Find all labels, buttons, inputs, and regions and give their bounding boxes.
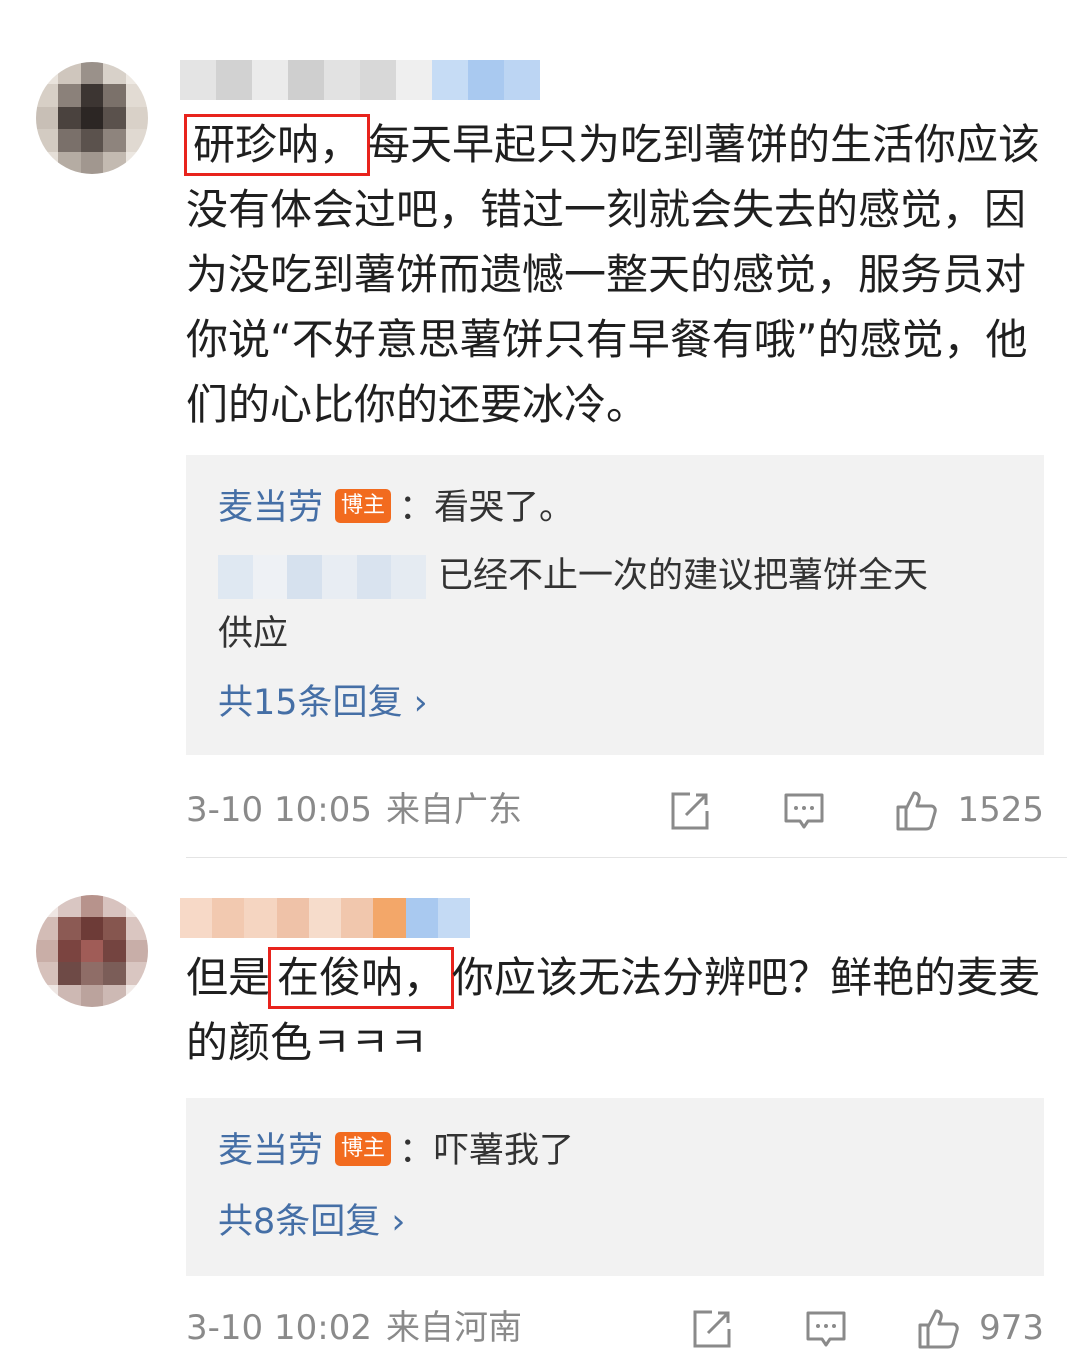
share-icon[interactable] <box>690 1307 734 1351</box>
reply-author[interactable]: 麦当劳 <box>218 488 323 528</box>
reply-text: ：看哭了。 <box>399 488 575 528</box>
like-icon[interactable] <box>916 1307 960 1351</box>
reply-item: 已经不止一次的建议把薯饼全天 <box>218 547 928 605</box>
author-badge: 博主 <box>335 1132 392 1166</box>
reply-author-blurred[interactable] <box>218 555 427 599</box>
share-icon[interactable] <box>668 789 712 833</box>
reply-text-continued: 供应 <box>218 614 289 654</box>
reply-item: 麦当劳 博主 ：吓薯我了 <box>218 1122 574 1180</box>
reply-text: 已经不止一次的建议把薯饼全天 <box>438 556 929 596</box>
timestamp: 3-10 10:02 <box>186 1308 372 1348</box>
location: 来自广东 <box>386 790 522 830</box>
reply-item: 麦当劳 博主 ：看哭了。 <box>218 479 574 537</box>
timestamp: 3-10 10:05 <box>186 790 372 830</box>
username-blurred[interactable] <box>180 898 470 938</box>
comment-icon[interactable] <box>804 1307 848 1351</box>
highlighted-name: 研珍呐， <box>184 114 371 176</box>
comment-text: 但是 在俊呐， 你应该无法分辨吧？鲜艳的麦麦的颜色ㅋㅋㅋ <box>186 945 1046 1075</box>
reply-text: ：吓薯我了 <box>399 1131 575 1171</box>
reply-box[interactable]: 麦当劳 博主 ：看哭了。 已经不止一次的建议把薯饼全天 供应 共15条回复 › <box>186 455 1044 755</box>
comment-meta: 3-10 10:02 来自河南 973 <box>186 1303 1044 1353</box>
username-blurred[interactable] <box>180 60 540 100</box>
avatar[interactable] <box>36 62 148 174</box>
author-badge: 博主 <box>335 489 392 523</box>
avatar[interactable] <box>36 895 148 1007</box>
more-replies-link[interactable]: 共15条回复 › <box>218 675 428 731</box>
location: 来自河南 <box>386 1308 522 1348</box>
comment-icon[interactable] <box>782 789 826 833</box>
divider <box>186 857 1067 858</box>
highlighted-name: 在俊呐， <box>268 947 455 1009</box>
like-count: 1525 <box>957 790 1044 830</box>
like-count: 973 <box>979 1308 1044 1348</box>
comment-text: 研珍呐， 每天早起只为吃到薯饼的生活你应该没有体会过吧，错过一刻就会失去的感觉，因… <box>184 112 1046 437</box>
more-replies-link[interactable]: 共8条回复 › <box>218 1194 405 1250</box>
comment-meta: 3-10 10:05 来自广东 1525 <box>186 785 1044 835</box>
reply-author[interactable]: 麦当劳 <box>218 1131 323 1171</box>
reply-box[interactable]: 麦当劳 博主 ：吓薯我了 共8条回复 › <box>186 1098 1044 1276</box>
like-icon[interactable] <box>894 789 938 833</box>
